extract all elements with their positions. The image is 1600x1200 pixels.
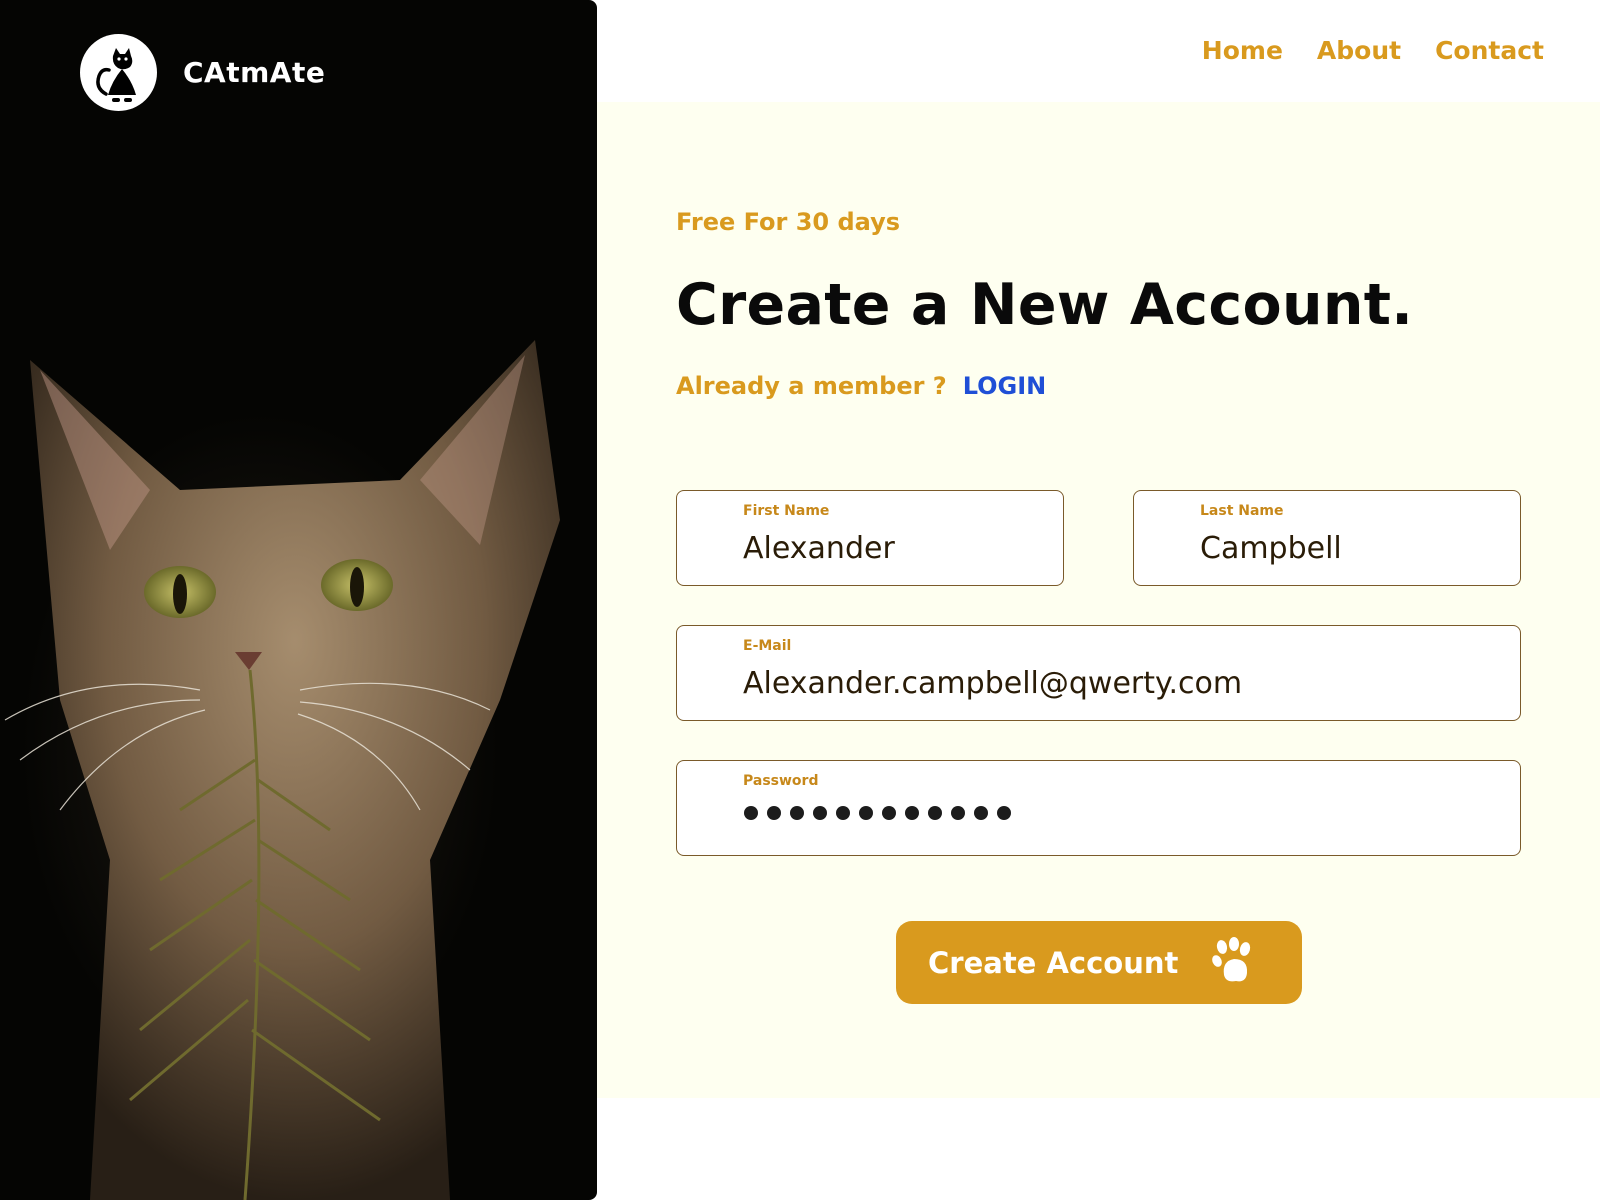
- first-name-field[interactable]: First Name Alexander: [676, 490, 1064, 586]
- password-dot: [859, 806, 873, 820]
- brand[interactable]: CAtmAte: [80, 34, 325, 111]
- password-dot: [836, 806, 850, 820]
- password-dot: [790, 806, 804, 820]
- page-title: Create a New Account.: [676, 272, 1414, 338]
- nav-contact[interactable]: Contact: [1435, 36, 1544, 65]
- password-dot: [767, 806, 781, 820]
- first-name-label: First Name: [743, 503, 830, 519]
- password-field[interactable]: Password: [676, 760, 1521, 856]
- email-field[interactable]: E-Mail Alexander.campbell@qwerty.com: [676, 625, 1521, 721]
- login-link[interactable]: LOGIN: [963, 372, 1047, 400]
- member-row: Already a member ? LOGIN: [676, 372, 1046, 400]
- hero-panel: CAtmAte: [0, 0, 597, 1200]
- password-dot: [882, 806, 896, 820]
- password-masked-value[interactable]: [744, 806, 1011, 820]
- first-name-value[interactable]: Alexander: [743, 531, 895, 566]
- member-text: Already a member ?: [676, 372, 947, 400]
- password-dot: [951, 806, 965, 820]
- nav-home[interactable]: Home: [1202, 36, 1283, 65]
- cat-logo-icon: [80, 34, 157, 111]
- create-account-button[interactable]: Create Account: [896, 921, 1302, 1004]
- cat-photo: [4, 340, 560, 1200]
- brand-name: CAtmAte: [183, 56, 326, 89]
- promo-text: Free For 30 days: [676, 208, 901, 236]
- top-nav: Home About Contact: [1202, 36, 1544, 65]
- password-dot: [974, 806, 988, 820]
- email-value[interactable]: Alexander.campbell@qwerty.com: [743, 666, 1242, 701]
- paw-icon: [1212, 936, 1256, 989]
- password-dot: [813, 806, 827, 820]
- last-name-field[interactable]: Last Name Campbell: [1133, 490, 1521, 586]
- last-name-value[interactable]: Campbell: [1200, 531, 1342, 566]
- create-account-label: Create Account: [928, 945, 1179, 980]
- last-name-label: Last Name: [1200, 503, 1284, 519]
- password-dot: [928, 806, 942, 820]
- password-dot: [744, 806, 758, 820]
- nav-about[interactable]: About: [1317, 36, 1401, 65]
- password-label: Password: [743, 773, 819, 789]
- password-dot: [905, 806, 919, 820]
- password-dot: [997, 806, 1011, 820]
- email-label: E-Mail: [743, 638, 792, 654]
